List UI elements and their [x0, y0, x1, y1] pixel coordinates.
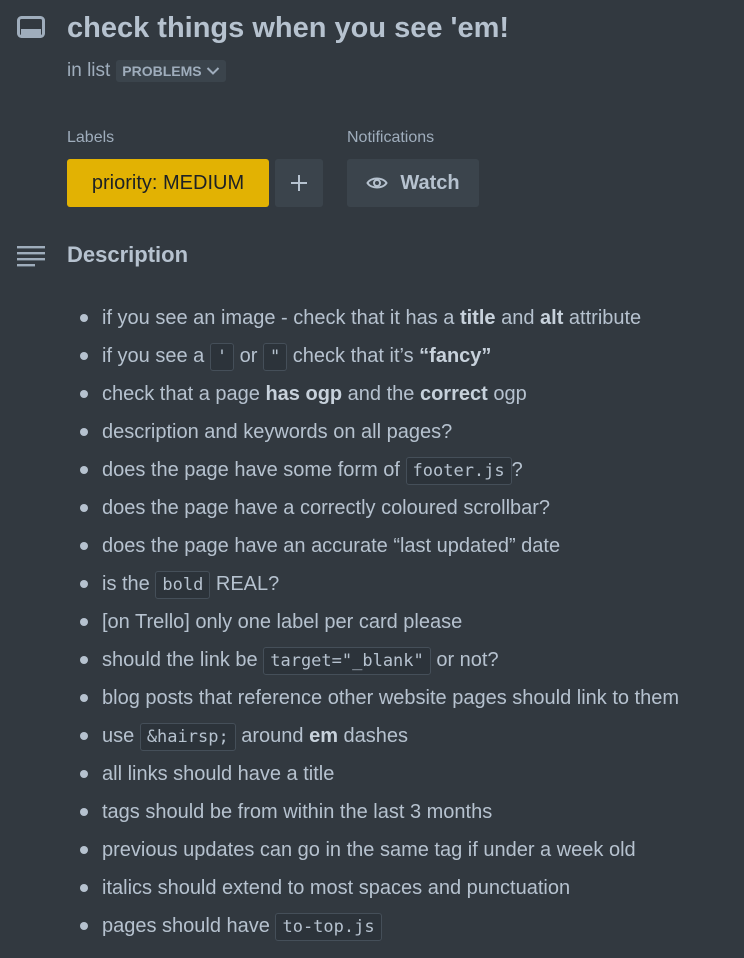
list-item: italics should extend to most spaces and… — [67, 869, 737, 907]
description-icon — [17, 246, 45, 267]
text-span: and — [495, 307, 541, 329]
bold-text: alt — [540, 307, 564, 329]
list-item: previous updates can go in the same tag … — [67, 831, 737, 869]
text-span: italics should extend to most spaces and… — [102, 877, 571, 899]
text-span: previous updates can go in the same tag … — [102, 839, 636, 861]
list-item: if you see a ' or " check that it’s “fan… — [67, 337, 737, 375]
list-item: if you see an image - check that it has … — [67, 299, 737, 337]
notifications-heading: Notifications — [347, 129, 435, 146]
list-item: does the page have a correctly coloured … — [67, 489, 737, 527]
add-label-button[interactable] — [275, 159, 323, 207]
in-list-line: in list PROBLEMS — [67, 60, 226, 82]
text-span: if you see a — [102, 345, 210, 367]
text-span: and the — [342, 383, 420, 405]
list-item: check that a page has ogp and the correc… — [67, 375, 737, 413]
list-item: [on Trello] only one label per card plea… — [67, 603, 737, 641]
text-span: is the — [102, 573, 156, 595]
list-item: all links should have a title — [67, 755, 737, 793]
label-priority-medium[interactable]: priority: MEDIUM — [67, 159, 269, 207]
bold-text: “fancy” — [419, 345, 492, 367]
inline-code: to-top.js — [275, 913, 382, 941]
text-span: if you see an image - check that it has … — [102, 307, 460, 329]
text-span: blog posts that reference other website … — [102, 687, 680, 709]
label-text: priority: MEDIUM — [91, 171, 245, 194]
in-list-prefix: in list — [67, 60, 111, 81]
eye-icon — [366, 177, 389, 189]
description-list[interactable]: if you see an image - check that it has … — [67, 299, 737, 945]
text-span: pages should have — [102, 915, 276, 937]
list-selector-button[interactable]: PROBLEMS — [116, 60, 226, 82]
text-span: ? — [511, 459, 523, 481]
text-span: attribute — [563, 307, 642, 329]
card-icon — [17, 16, 45, 38]
inline-code: " — [263, 343, 288, 371]
list-name: PROBLEMS — [122, 63, 202, 79]
text-span: tags should be from within the last 3 mo… — [102, 801, 493, 823]
text-span: dashes — [338, 725, 409, 747]
inline-code: bold — [155, 571, 211, 599]
text-span: [on Trello] only one label per card plea… — [102, 611, 463, 633]
bold-text: correct — [419, 383, 488, 405]
list-item: use &hairsp; around em dashes — [67, 717, 737, 755]
chevron-down-icon — [206, 67, 219, 75]
list-item: description and keywords on all pages? — [67, 413, 737, 451]
text-span: does the page have an accurate “last upd… — [102, 535, 561, 557]
labels-heading: Labels — [67, 129, 115, 146]
bold-text: title — [459, 307, 496, 329]
text-span: all links should have a title — [102, 763, 335, 785]
list-item: is the bold REAL? — [67, 565, 737, 603]
text-span: REAL? — [210, 573, 280, 595]
text-span: description and keywords on all pages? — [102, 421, 453, 443]
text-span: use — [102, 725, 140, 747]
inline-code: &hairsp; — [139, 723, 236, 751]
list-item: pages should have to-top.js — [67, 907, 737, 945]
inline-code: target="_blank" — [263, 647, 431, 675]
text-span: around — [235, 725, 310, 747]
watch-button[interactable]: Watch — [347, 159, 479, 207]
text-span: does the page have some form of — [102, 459, 406, 481]
watch-label: Watch — [400, 171, 460, 194]
list-item: does the page have an accurate “last upd… — [67, 527, 737, 565]
text-span: check that a page — [102, 383, 266, 405]
text-span: ogp — [487, 383, 527, 405]
text-span: or not? — [430, 649, 499, 671]
bold-text: has ogp — [265, 383, 343, 405]
text-span: should the link be — [102, 649, 264, 671]
text-span: or — [234, 345, 263, 367]
inline-code: footer.js — [405, 457, 512, 485]
text-span: check that it’s — [287, 345, 420, 367]
list-item: tags should be from within the last 3 mo… — [67, 793, 737, 831]
plus-icon — [291, 175, 307, 191]
text-span: does the page have a correctly coloured … — [102, 497, 551, 519]
description-heading: Description — [67, 242, 189, 267]
bold-text: em — [309, 725, 338, 747]
list-item: should the link be target="_blank" or no… — [67, 641, 737, 679]
list-item: blog posts that reference other website … — [67, 679, 737, 717]
list-item: does the page have some form of footer.j… — [67, 451, 737, 489]
inline-code: ' — [209, 343, 235, 371]
card-title[interactable]: check things when you see 'em! — [67, 10, 509, 46]
